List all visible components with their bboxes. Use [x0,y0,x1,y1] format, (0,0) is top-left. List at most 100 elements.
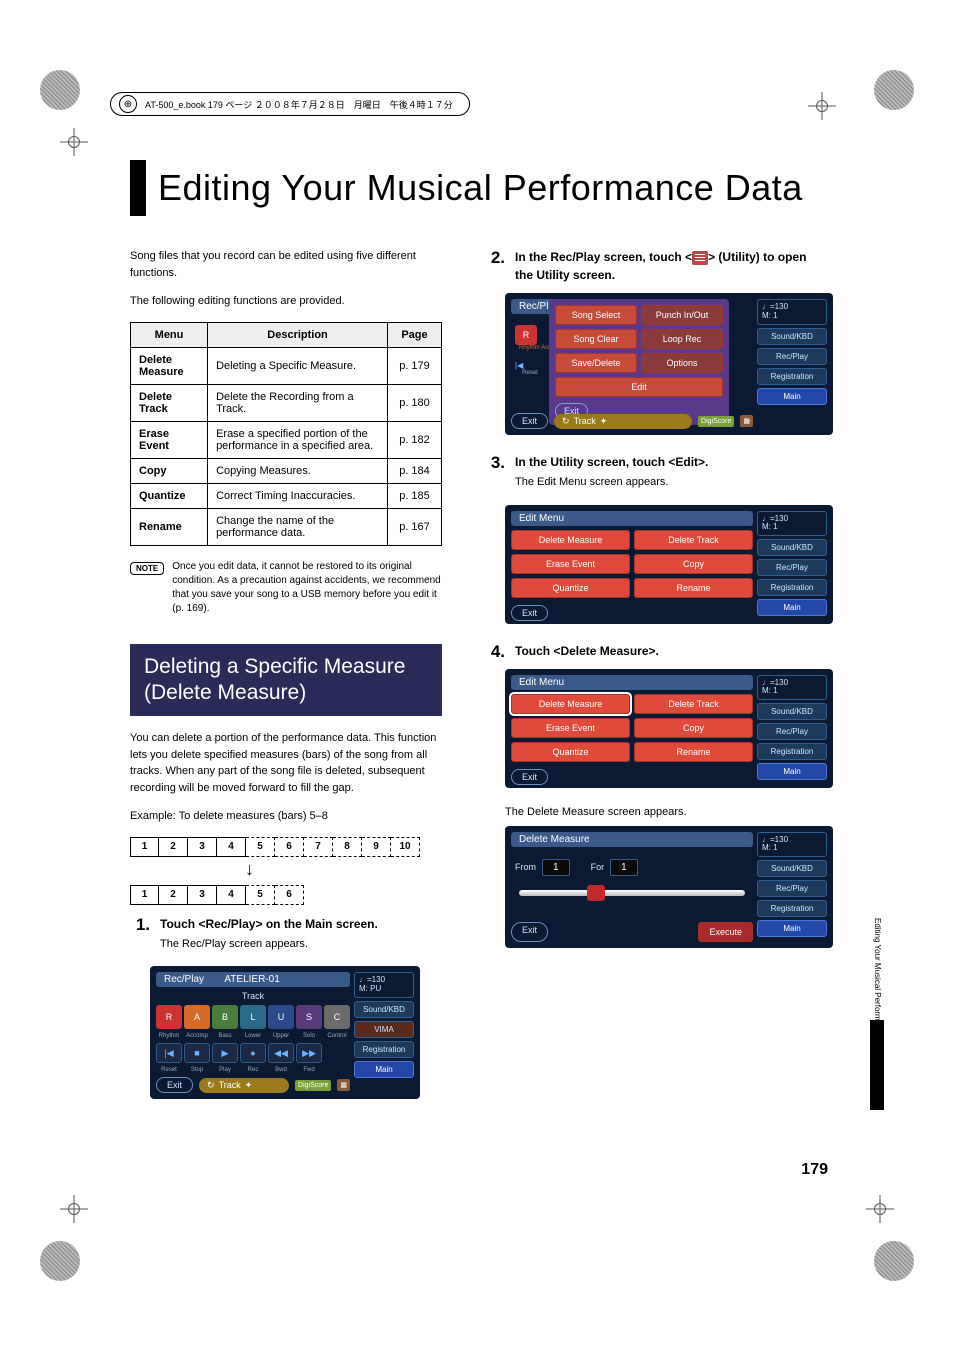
reg-mark-br [866,1195,894,1223]
transport-fwd[interactable]: ▶▶ [296,1043,322,1063]
table-row: Erase EventErase a specified portion of … [131,421,442,458]
recplay-track-button[interactable]: ↻ Track ✦ [199,1078,289,1093]
track-U[interactable]: U [268,1005,294,1029]
side2-rec[interactable]: Rec/Play [757,348,827,365]
track-heading: Track [156,991,350,1001]
utility-popup: Song SelectPunch In/Out Song ClearLoop R… [549,299,729,425]
em-exit[interactable]: Exit [511,605,548,621]
step-2-num: 2. [485,248,505,287]
recplay2-exit[interactable]: Exit [511,413,548,429]
step-4-sub: The Delete Measure screen appears. [505,806,825,818]
side-vima[interactable]: VIMA [354,1021,414,1038]
from-field[interactable]: 1 [542,859,570,876]
transport-bwd[interactable]: ◀◀ [268,1043,294,1063]
print-header: ⊕ AT-500_e.book 179 ページ ２００８年７月２８日 月曜日 午… [110,92,470,116]
print-corner-br [874,1241,914,1281]
util-song-clear[interactable]: Song Clear [555,329,637,349]
intro-para-2: The following editing functions are prov… [130,293,442,310]
dm-exit[interactable]: Exit [511,922,548,942]
side-sound[interactable]: Sound/KBD [354,1001,414,1018]
recplay2-util[interactable]: ▦ [740,415,753,427]
transport-rec[interactable]: ● [240,1043,266,1063]
table-row: QuantizeCorrect Timing Inaccuracies.p. 1… [131,483,442,508]
table-row: Delete TrackDelete the Recording from a … [131,384,442,421]
track-L[interactable]: L [240,1005,266,1029]
transport-stop[interactable]: ■ [184,1043,210,1063]
step-4-instr: Touch <Delete Measure>. [515,642,825,660]
recplay2-digi[interactable]: DigiScore [698,416,734,427]
util-loop[interactable]: Loop Rec [641,329,723,349]
reg-mark-tl [60,128,88,156]
intro-para-1: Song files that you record can be edited… [130,248,442,281]
functions-table: Menu Description Page Delete MeasureDele… [130,322,442,546]
note-text: Once you edit data, it cannot be restore… [172,560,442,616]
util-savedel[interactable]: Save/Delete [555,353,637,373]
side2-main[interactable]: Main [757,388,827,405]
left-column: Song files that you record can be edited… [130,248,442,1117]
em-deltrack[interactable]: Delete Track [634,530,753,550]
util-icon-button[interactable]: ▦ [337,1079,350,1091]
step-3: 3. In the Utility screen, touch <Edit>. … [485,453,825,499]
side2-sound[interactable]: Sound/KBD [757,328,827,345]
em-delmeasure[interactable]: Delete Measure [511,530,630,550]
step-4-num: 4. [485,642,505,663]
section-header: Deleting a Specific Measure (Delete Meas… [130,644,442,717]
digiscore-button[interactable]: DigiScore [295,1080,331,1091]
step-4: 4. Touch <Delete Measure>. [485,642,825,663]
range-slider[interactable] [519,890,745,896]
recplay-exit-button[interactable]: Exit [156,1077,193,1093]
transport-reset[interactable]: |◀ [156,1043,182,1063]
print-corner-bl [40,1241,80,1281]
em2-delmeasure-selected[interactable]: Delete Measure [511,694,630,714]
util-options[interactable]: Options [641,353,723,373]
em-quantize[interactable]: Quantize [511,578,630,598]
util-song-select[interactable]: Song Select [555,305,637,325]
em-erase[interactable]: Erase Event [511,554,630,574]
track-A[interactable]: A [184,1005,210,1029]
recplay-song: ATELIER-01 [224,974,279,985]
table-row: Delete MeasureDeleting a Specific Measur… [131,347,442,384]
step-1-sub: The Rec/Play screen appears. [160,936,442,953]
editmenu-screenshot-1: Edit Menu Delete MeasureDelete Track Era… [505,505,833,624]
down-arrow-icon: ↓ [245,859,254,880]
for-field[interactable]: 1 [610,859,638,876]
section-intro: You can delete a portion of the performa… [130,730,442,796]
side2-reg[interactable]: Registration [757,368,827,385]
em-rename[interactable]: Rename [634,578,753,598]
step-1-num: 1. [130,915,150,961]
dm-execute[interactable]: Execute [698,922,753,942]
side-main[interactable]: Main [354,1061,414,1078]
print-header-text: AT-500_e.book 179 ページ ２００８年７月２８日 月曜日 午後４… [145,98,453,111]
track-B[interactable]: B [212,1005,238,1029]
util-punch[interactable]: Punch In/Out [641,305,723,325]
recplay2-track[interactable]: ↻ Track ✦ [554,414,692,429]
title-accent [130,160,146,216]
recplay-title: Rec/Play [164,974,204,985]
tempo2: ♩=130M: 1 [757,299,827,325]
step-1-instr: Touch <Rec/Play> on the Main screen. [160,915,442,933]
reg-mark-bl [60,1195,88,1223]
track-S[interactable]: S [296,1005,322,1029]
table-row: CopyCopying Measures.p. 184 [131,458,442,483]
note-badge: NOTE [130,562,164,575]
track-R[interactable]: R [156,1005,182,1029]
print-corner-tr [874,70,914,110]
track-C[interactable]: C [324,1005,350,1029]
print-corner-tl [40,70,80,110]
transport-play[interactable]: ▶ [212,1043,238,1063]
utility-icon [692,251,708,265]
utility-popup-screenshot: Rec/Pl R Rhythm Acc |◀ Reset Song Select… [505,293,833,435]
measure-diagram: 12345678910 ↓ 123456 [130,837,442,905]
th-menu: Menu [131,322,208,347]
note-block: NOTE Once you edit data, it cannot be re… [130,560,442,616]
side-reg[interactable]: Registration [354,1041,414,1058]
recplay-screenshot: Rec/Play ATELIER-01 Track RABLUSC Rhythm… [150,966,420,1099]
step-2-instr: In the Rec/Play screen, touch <> (Utilit… [515,248,825,284]
chapter-title: Editing Your Musical Performance Data [158,167,803,209]
side-tab-block [870,1020,884,1110]
util-edit[interactable]: Edit [555,377,723,397]
em-copy[interactable]: Copy [634,554,753,574]
chapter-title-bar: Editing Your Musical Performance Data [130,160,803,216]
th-desc: Description [208,322,388,347]
example-line: Example: To delete measures (bars) 5–8 [130,808,442,825]
